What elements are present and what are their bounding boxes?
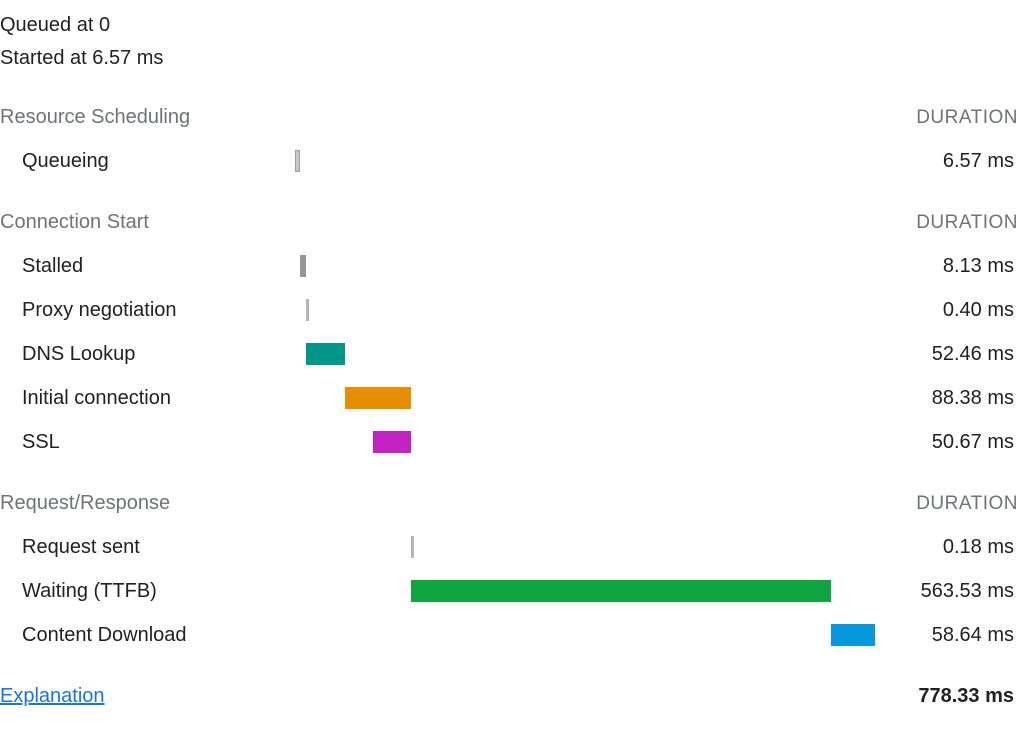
phase-row: DNS Lookup 52.46 ms — [0, 332, 1018, 376]
phase-bar — [831, 624, 875, 646]
phase-bar — [306, 343, 345, 365]
section-header: Request/Response DURATION — [0, 492, 1018, 525]
phase-label: Stalled — [0, 255, 295, 278]
phase-bar — [295, 150, 300, 172]
phase-label: Content Download — [0, 624, 295, 647]
section-header: Resource Scheduling DURATION — [0, 106, 1018, 139]
phase-row: Waiting (TTFB) 563.53 ms — [0, 569, 1018, 613]
phase-duration: 50.67 ms — [875, 431, 1018, 454]
total-time: 778.33 ms — [918, 685, 1014, 708]
timing-section: Request/Response DURATION Request sent 0.18… — [0, 492, 1018, 657]
phase-bar-area — [295, 580, 875, 602]
phase-label: DNS Lookup — [0, 343, 295, 366]
section-title: Resource Scheduling — [0, 106, 190, 129]
phase-duration: 8.13 ms — [875, 255, 1018, 278]
section-title: Request/Response — [0, 492, 170, 515]
phase-duration: 563.53 ms — [875, 580, 1018, 603]
phase-row: Proxy negotiation 0.40 ms — [0, 288, 1018, 332]
phase-bar-area — [295, 299, 875, 321]
phase-bar — [300, 255, 306, 277]
timing-section: Connection Start DURATION Stalled 8.13 ms Pr… — [0, 211, 1018, 464]
phase-bar-area — [295, 431, 875, 453]
phase-row: SSL 50.67 ms — [0, 420, 1018, 464]
phase-row: Stalled 8.13 ms — [0, 244, 1018, 288]
phase-bar-area — [295, 387, 875, 409]
explanation-link[interactable]: Explanation — [0, 685, 105, 708]
phase-label: Request sent — [0, 536, 295, 559]
phase-label: Initial connection — [0, 387, 295, 410]
phase-duration: 6.57 ms — [875, 150, 1018, 173]
section-title: Connection Start — [0, 211, 149, 234]
phase-bar — [373, 431, 411, 453]
phase-duration: 52.46 ms — [875, 343, 1018, 366]
phase-bar — [306, 299, 309, 321]
phase-bar — [411, 580, 831, 602]
phase-duration: 58.64 ms — [875, 624, 1018, 647]
phase-row: Content Download 58.64 ms — [0, 613, 1018, 657]
phase-bar-area — [295, 343, 875, 365]
phase-duration: 0.40 ms — [875, 299, 1018, 322]
phase-row: Request sent 0.18 ms — [0, 525, 1018, 569]
phase-label: Proxy negotiation — [0, 299, 295, 322]
phase-row: Queueing 6.57 ms — [0, 139, 1018, 183]
phase-duration: 0.18 ms — [875, 536, 1018, 559]
duration-header: DURATION — [916, 212, 1018, 234]
duration-header: DURATION — [916, 493, 1018, 515]
duration-header: DURATION — [916, 107, 1018, 129]
phase-label: Queueing — [0, 150, 295, 173]
phase-bar-area — [295, 255, 875, 277]
phase-bar-area — [295, 536, 875, 558]
phase-label: SSL — [0, 431, 295, 454]
phase-bar-area — [295, 624, 875, 646]
phase-row: Initial connection 88.38 ms — [0, 376, 1018, 420]
phase-bar — [345, 387, 411, 409]
phase-label: Waiting (TTFB) — [0, 580, 295, 603]
timing-section: Resource Scheduling DURATION Queueing 6.57 … — [0, 106, 1018, 183]
phase-bar-area — [295, 150, 875, 172]
section-header: Connection Start DURATION — [0, 211, 1018, 244]
phase-duration: 88.38 ms — [875, 387, 1018, 410]
started-at-text: Started at 6.57 ms — [0, 45, 1018, 78]
queued-at-text: Queued at 0 — [0, 12, 1018, 45]
phase-bar — [411, 536, 414, 558]
